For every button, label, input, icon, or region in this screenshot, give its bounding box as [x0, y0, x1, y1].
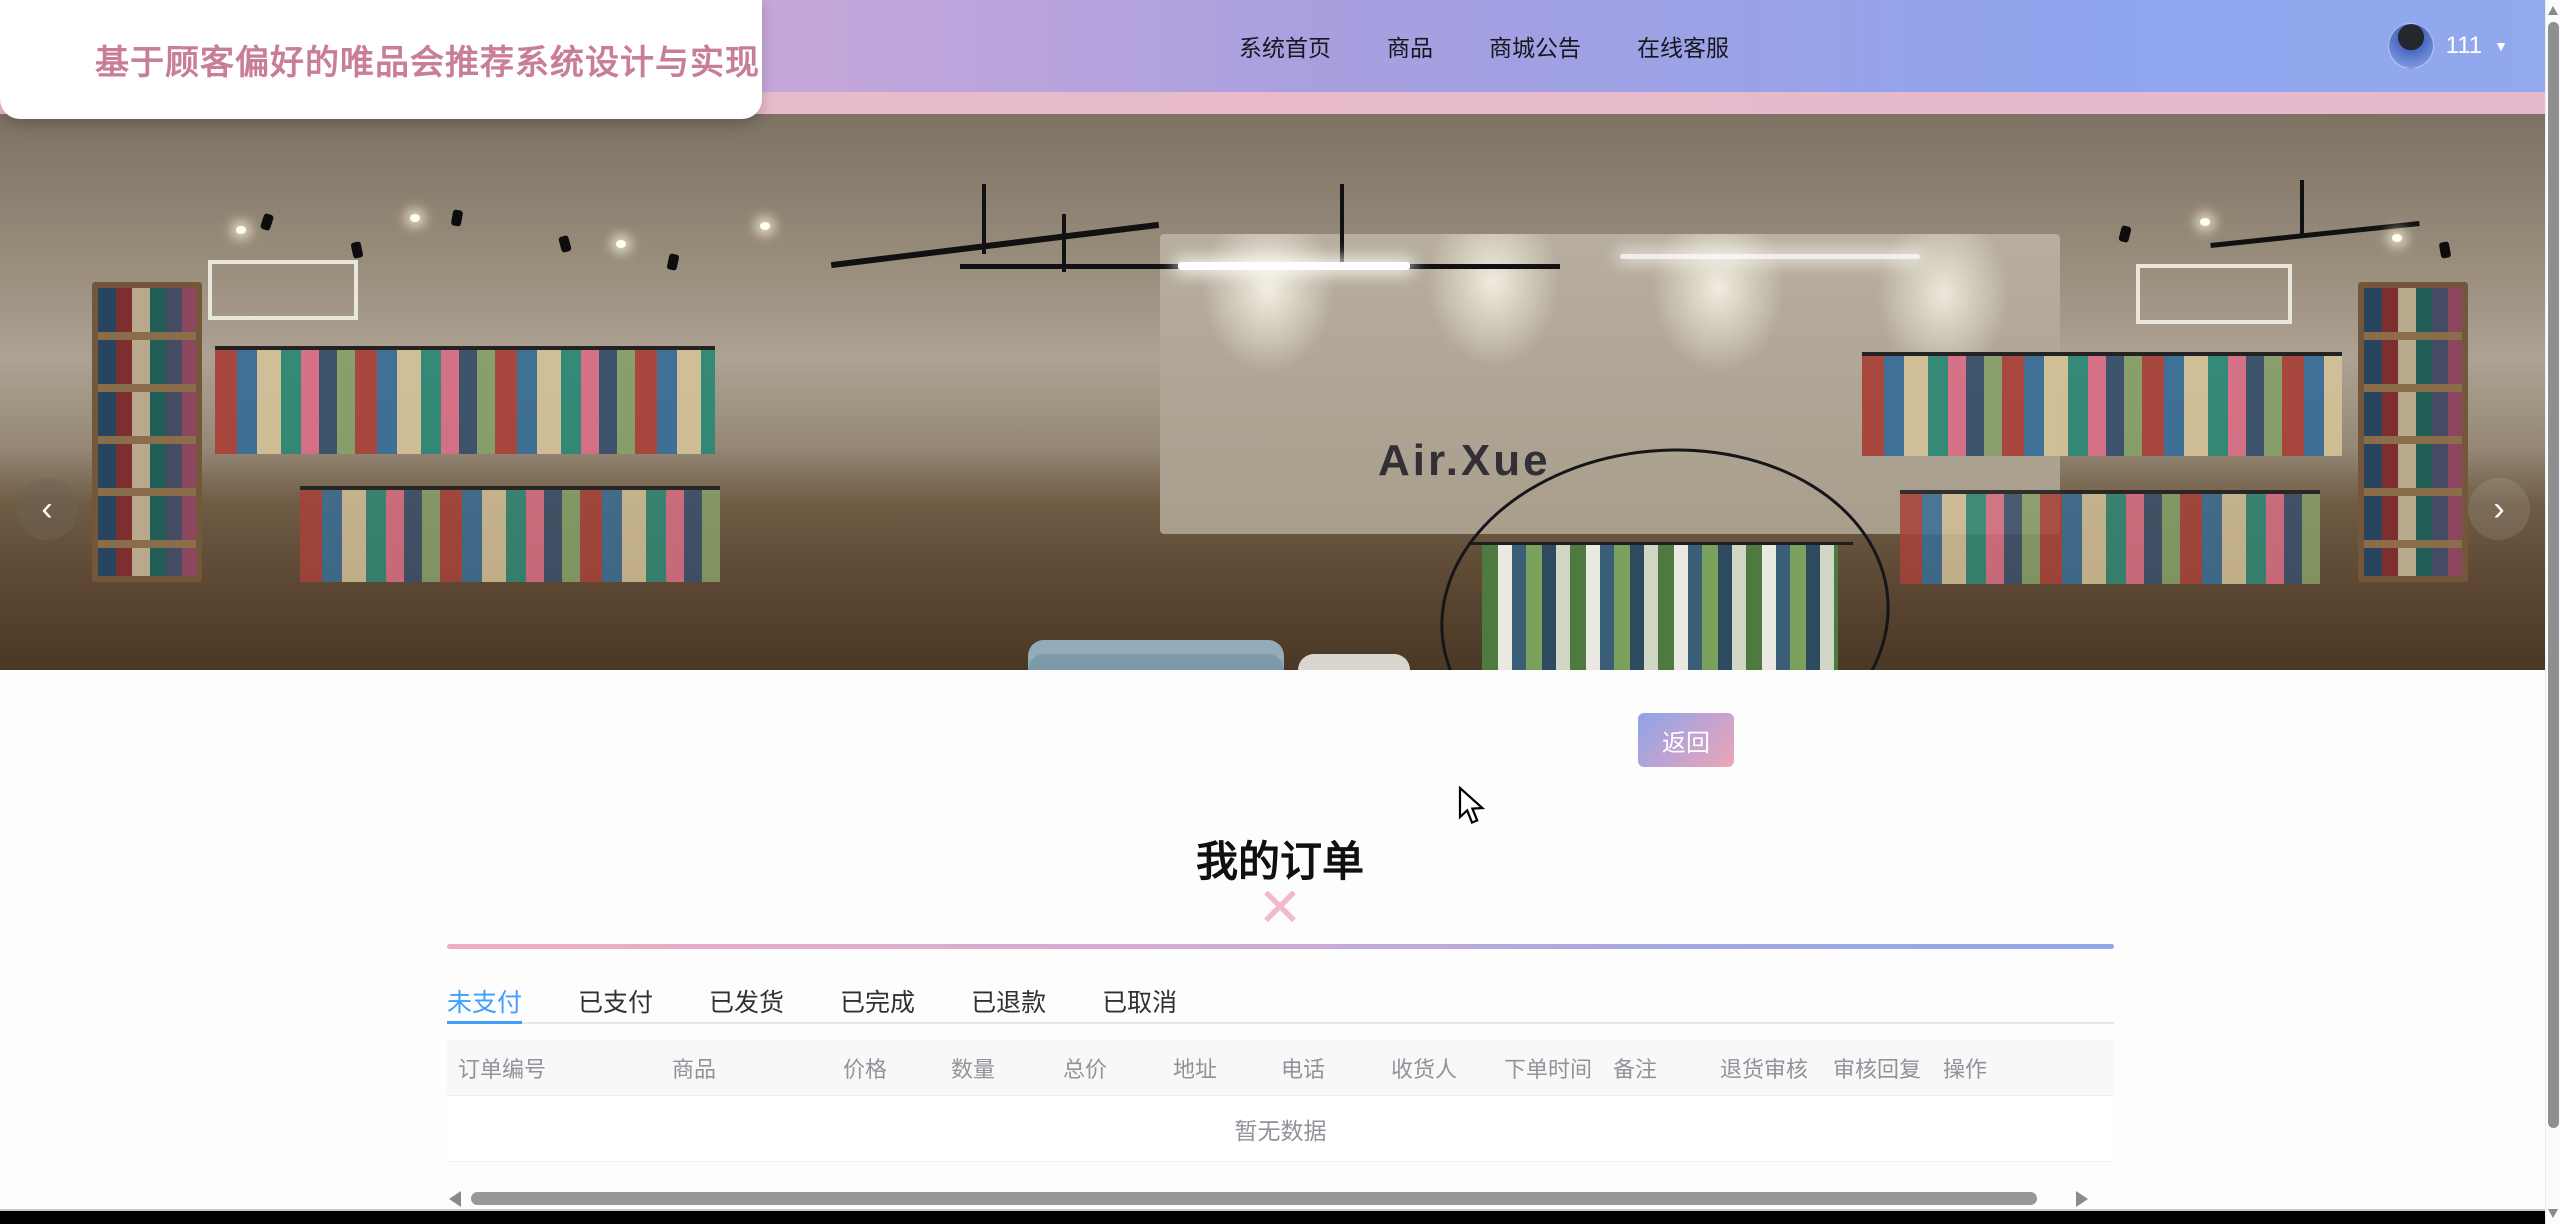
- spotlight: [350, 241, 363, 259]
- back-button[interactable]: 返回: [1638, 713, 1734, 767]
- shelf-unit-right: [2358, 282, 2468, 582]
- carousel-prev-button[interactable]: ‹: [16, 478, 78, 540]
- light-rod: [1340, 184, 1344, 268]
- empty-state-text: 暂无数据: [1235, 1112, 1327, 1146]
- bottom-black-bar: [0, 1209, 2545, 1224]
- spotlight: [451, 209, 464, 226]
- page: 基于顾客偏好的唯品会推荐系统设计与实现 系统首页 商品 商城公告 在线客服 11…: [0, 0, 2560, 1224]
- col-price: 价格: [832, 1052, 940, 1084]
- vertical-scrollbar-track[interactable]: [2545, 0, 2560, 1224]
- col-return-review: 退货审核: [1709, 1052, 1822, 1084]
- col-quantity: 数量: [940, 1052, 1052, 1084]
- tab-shipped[interactable]: 已发货: [709, 975, 784, 1022]
- hero-carousel: Air.Xue ‹ ›: [0, 114, 2560, 670]
- col-order-id: 订单编号: [447, 1052, 661, 1084]
- wall-frame: [208, 260, 358, 320]
- col-address: 地址: [1162, 1052, 1270, 1084]
- spotlight: [558, 235, 572, 253]
- scroll-down-arrow-icon[interactable]: [2548, 1209, 2558, 1218]
- hscroll-right-arrow-icon[interactable]: [2076, 1191, 2088, 1207]
- tab-unpaid[interactable]: 未支付: [447, 975, 522, 1022]
- tab-paid[interactable]: 已支付: [578, 975, 653, 1022]
- main-nav: 系统首页 商品 商城公告 在线客服: [1239, 0, 1729, 92]
- blue-sofa: [1028, 640, 1284, 670]
- scroll-up-arrow-icon[interactable]: [2548, 6, 2558, 15]
- col-order-time: 下单时间: [1493, 1052, 1602, 1084]
- avatar[interactable]: [2388, 23, 2434, 69]
- clothes-rack-left: [215, 346, 715, 454]
- carousel-next-button[interactable]: ›: [2468, 478, 2530, 540]
- light-rod: [982, 184, 986, 254]
- clothes-rack-left: [300, 486, 720, 582]
- gradient-divider: [447, 944, 2114, 949]
- site-title-card: 基于顾客偏好的唯品会推荐系统设计与实现: [0, 0, 762, 119]
- clothes-rack-right: [1900, 490, 2320, 584]
- col-product: 商品: [661, 1052, 832, 1084]
- nav-item-products[interactable]: 商品: [1387, 29, 1433, 63]
- hscroll-left-arrow-icon[interactable]: [449, 1191, 461, 1207]
- nav-item-announcements[interactable]: 商城公告: [1489, 29, 1581, 63]
- col-review-reply: 审核回复: [1822, 1052, 1932, 1084]
- tab-completed[interactable]: 已完成: [840, 975, 915, 1022]
- light-tube: [1620, 254, 1920, 259]
- col-receiver: 收货人: [1380, 1052, 1493, 1084]
- clothes-rack-right: [1862, 352, 2342, 456]
- vertical-scrollbar[interactable]: [2548, 22, 2559, 1128]
- store-watermark: Air.Xue: [1378, 436, 1551, 486]
- col-note: 备注: [1602, 1052, 1709, 1084]
- nav-item-support[interactable]: 在线客服: [1637, 29, 1729, 63]
- orders-table-header: 订单编号 商品 价格 数量 总价 地址 电话 收货人 下单时间 备注 退货审核 …: [447, 1040, 2114, 1096]
- col-actions: 操作: [1932, 1052, 2114, 1084]
- spotlight: [666, 253, 679, 271]
- col-total: 总价: [1052, 1052, 1162, 1084]
- empty-table-row: 暂无数据: [447, 1096, 2114, 1162]
- wall-frame: [2136, 264, 2292, 324]
- tab-refunded[interactable]: 已退款: [971, 975, 1046, 1022]
- light-rod: [2300, 180, 2304, 238]
- spotlight: [260, 213, 274, 231]
- white-armchair: [1298, 654, 1410, 670]
- light-truss: [2210, 221, 2419, 248]
- col-phone: 电话: [1270, 1052, 1380, 1084]
- site-title: 基于顾客偏好的唯品会推荐系统设计与实现: [95, 35, 760, 84]
- chevron-down-icon[interactable]: ▼: [2494, 38, 2508, 54]
- spotlight: [2439, 241, 2452, 258]
- mouse-cursor: [1458, 786, 1492, 826]
- horizontal-scrollbar[interactable]: [471, 1192, 2037, 1205]
- light-tube: [1178, 262, 1410, 270]
- username: 111: [2446, 32, 2482, 60]
- x-decoration-icon: ✕: [0, 876, 2560, 939]
- nav-item-home[interactable]: 系统首页: [1239, 29, 1331, 63]
- order-status-tabs: 未支付 已支付 已发货 已完成 已退款 已取消: [447, 975, 2114, 1024]
- shelf-unit-left: [92, 282, 202, 582]
- light-rod: [1062, 214, 1066, 272]
- light-truss: [831, 222, 1159, 268]
- spotlight: [2118, 225, 2132, 243]
- user-menu[interactable]: 111 ▼: [2388, 0, 2508, 92]
- tab-cancelled[interactable]: 已取消: [1102, 975, 1177, 1022]
